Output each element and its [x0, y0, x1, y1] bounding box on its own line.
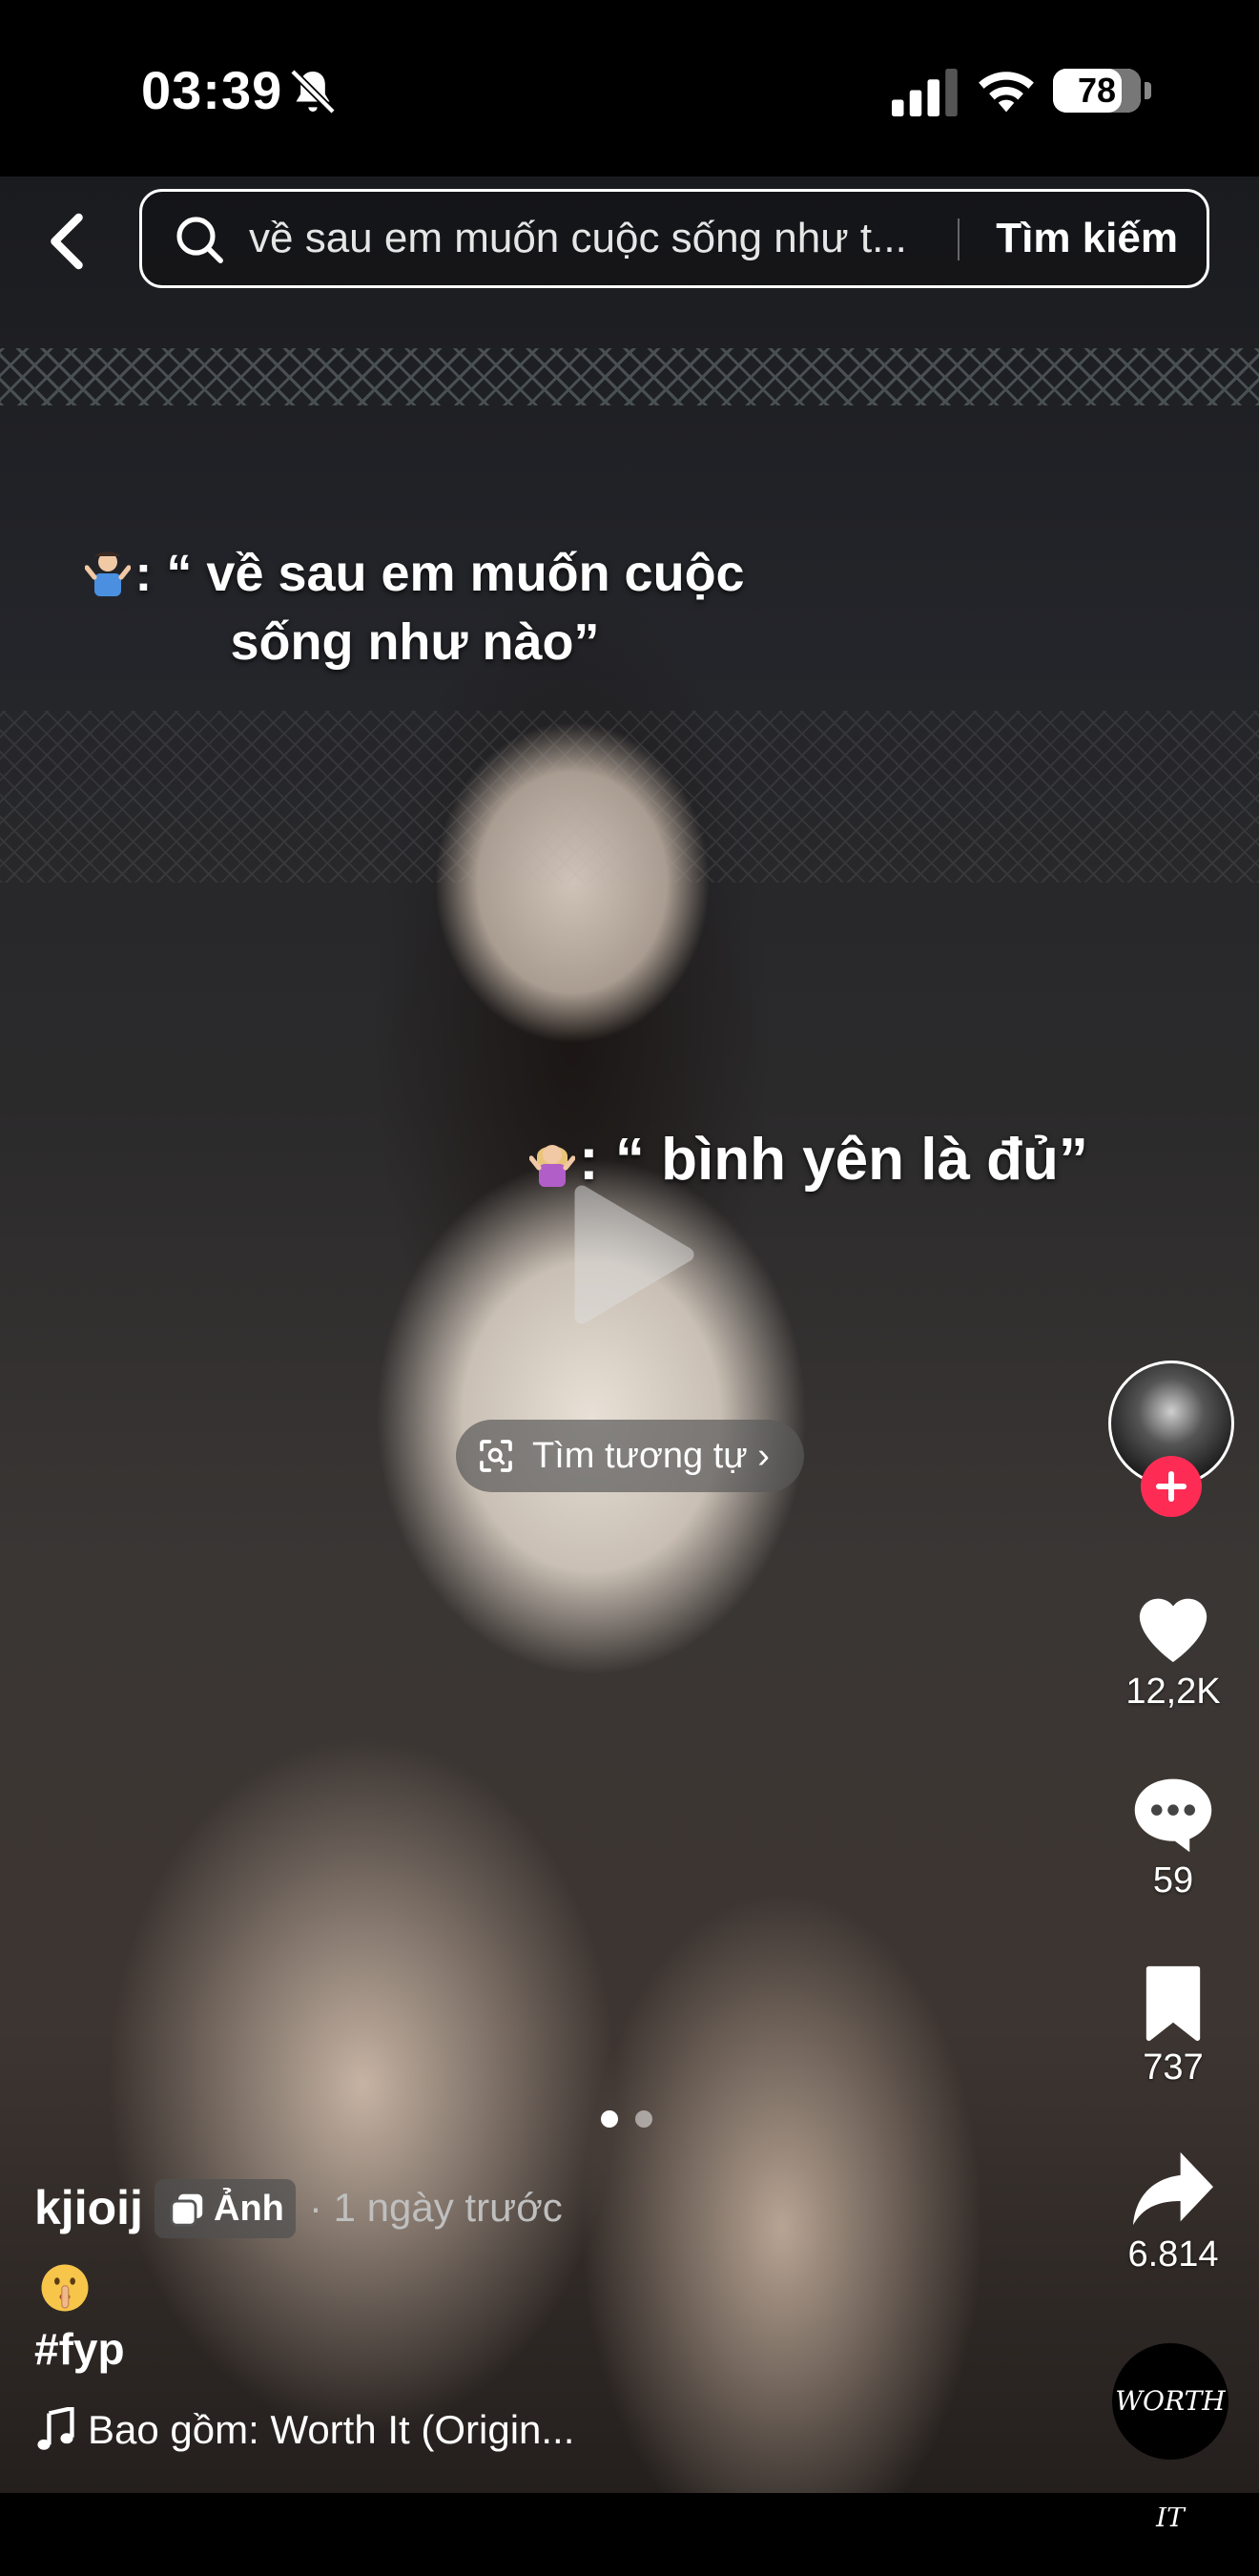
- caption-question-prefix: :: [134, 545, 167, 602]
- sound-disc-label: WORTH IT: [1115, 2385, 1226, 2533]
- bookmark-icon: [1145, 1965, 1201, 2042]
- like-button[interactable]: 12,2K: [1097, 1584, 1249, 1713]
- wifi-icon: [979, 72, 1034, 113]
- status-time: 03:39: [141, 60, 283, 120]
- find-similar-label: Tìm tương tự ›: [532, 1436, 770, 1476]
- carousel-dot-active[interactable]: [601, 2110, 618, 2128]
- search-icon: [176, 217, 223, 263]
- search-button[interactable]: Tìm kiếm: [996, 192, 1178, 285]
- person-shrugging-icon: [85, 551, 132, 596]
- photo-badge: Ảnh: [155, 2179, 296, 2238]
- caption-question-text: “ về sau em muốn cuộc sống như nào”: [166, 545, 745, 671]
- bookmark-button[interactable]: 737: [1097, 1965, 1249, 2088]
- music-label: Bao gồm: Worth It (Origin...: [88, 2407, 575, 2452]
- bottom-bar: [0, 2493, 1259, 2507]
- battery-level: 78: [1077, 71, 1117, 110]
- shushing-face-icon: [41, 2264, 89, 2312]
- hashtag[interactable]: #fyp: [34, 2323, 125, 2375]
- find-similar-button[interactable]: Tìm tương tự ›: [456, 1420, 804, 1492]
- carousel-dot[interactable]: [635, 2110, 652, 2128]
- search-bar[interactable]: về sau em muốn cuộc sống như t... Tìm ki…: [139, 189, 1209, 288]
- scan-icon: [480, 1440, 512, 1472]
- signal-icon: [892, 69, 958, 116]
- music-note-icon: [37, 2407, 74, 2450]
- share-count: 6.814: [1127, 2234, 1219, 2275]
- background-fence: [0, 348, 1259, 405]
- comment-button[interactable]: 59: [1097, 1773, 1249, 1901]
- comment-count: 59: [1152, 1860, 1194, 1901]
- battery-cap: [1145, 82, 1151, 99]
- author-name[interactable]: kjioij: [34, 2173, 143, 2242]
- post-time: · 1 ngày trước: [309, 2185, 563, 2230]
- sound-disc[interactable]: WORTH IT: [1112, 2343, 1228, 2533]
- heart-icon: [1139, 1598, 1207, 1663]
- photo-icon: [170, 2193, 203, 2227]
- follow-button[interactable]: [1141, 1456, 1202, 1517]
- share-button[interactable]: 6.814: [1097, 2149, 1249, 2275]
- bookmark-count: 737: [1143, 2047, 1204, 2088]
- like-count: 12,2K: [1125, 1672, 1221, 1712]
- battery-indicator: 78: [1053, 69, 1141, 113]
- back-button[interactable]: [38, 208, 95, 275]
- search-query[interactable]: về sau em muốn cuộc sống như t...: [249, 192, 1088, 285]
- share-icon: [1133, 2151, 1213, 2226]
- post-photo[interactable]: [0, 177, 1259, 2493]
- caption-question: : “ về sau em muốn cuộc sống như nào”: [72, 539, 758, 676]
- play-icon[interactable]: [563, 1183, 696, 1326]
- woman-shrugging-icon: [529, 1145, 575, 1187]
- search-divider: [958, 218, 960, 260]
- photo-badge-label: Ảnh: [214, 2189, 284, 2229]
- status-bar: 03:39 78: [0, 0, 1259, 177]
- background-fence-lower: [0, 711, 1259, 883]
- comment-icon: [1134, 1778, 1212, 1853]
- bell-muted-icon: [290, 69, 336, 114]
